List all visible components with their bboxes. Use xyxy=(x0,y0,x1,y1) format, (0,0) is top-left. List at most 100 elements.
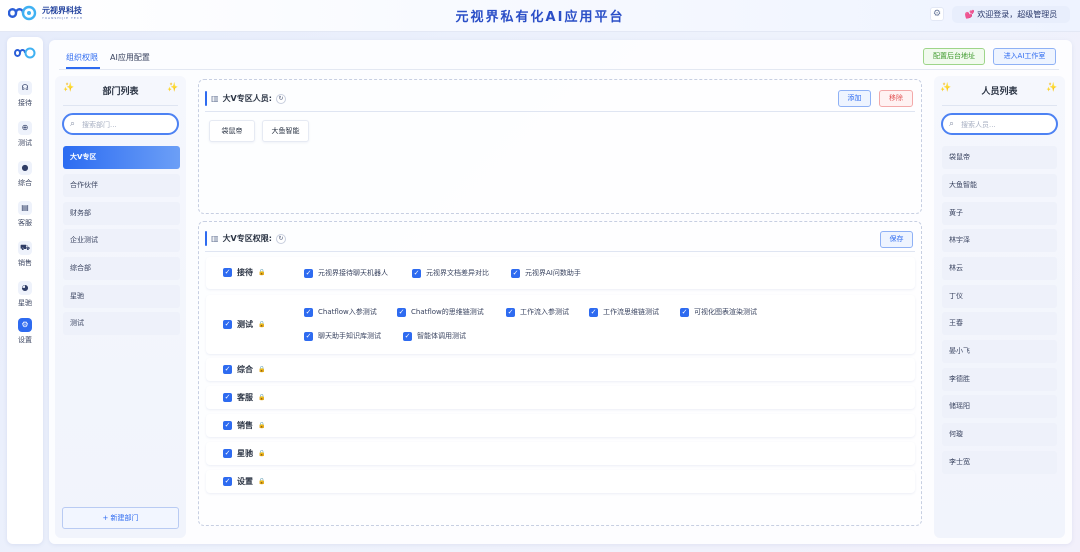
nav-item-test[interactable]: ⊕ 测试 xyxy=(7,121,43,148)
people-search-input[interactable]: ⌕ 搜索人员... xyxy=(941,113,1058,135)
option-label: 元视界接待聊天机器人 xyxy=(318,269,388,277)
permission-row-test: ✓ 测试 🔒 ✓ Chatflow入参测试 ✓ Chatflow的思维链测试 ✓ 工作… xyxy=(206,295,915,354)
sparkle-icon: ✨ xyxy=(167,83,179,93)
heart-icon: 💕 xyxy=(964,10,975,19)
option-checkbox[interactable]: ✓ 元视界接待聊天机器人 xyxy=(304,268,388,278)
person-item[interactable]: 大鱼智能 xyxy=(942,174,1057,197)
search-icon: ⌕ xyxy=(70,119,76,129)
department-item[interactable]: 星驰 xyxy=(63,285,180,308)
lock-icon: 🔒 xyxy=(258,450,266,457)
checkbox-checked-icon: ✓ xyxy=(223,320,232,329)
module-name: 星驰 xyxy=(237,449,253,458)
checkbox-checked-icon: ✓ xyxy=(403,331,412,341)
department-search-input[interactable]: ⌕ 搜索部门... xyxy=(62,113,179,135)
refresh-icon[interactable]: ↻ xyxy=(275,233,286,244)
bell-icon: ● xyxy=(18,161,32,175)
person-item[interactable]: 李德胜 xyxy=(942,368,1057,391)
department-item[interactable]: 测试 xyxy=(63,312,180,335)
module-checkbox[interactable]: ✓ 销售 🔒 xyxy=(223,420,265,431)
member-tag[interactable]: 袋鼠帝 xyxy=(209,120,255,142)
top-bar: 元视界科技 YUANSHIJIE TECH 元视界私有化AI应用平台 ⚙ 💕 欢… xyxy=(0,0,1080,32)
module-checkbox[interactable]: ✓ 星驰 🔒 xyxy=(223,448,265,459)
option-label: 智能体调用测试 xyxy=(417,332,466,340)
permission-row-xingchi: ✓ 星驰 🔒 xyxy=(206,442,915,465)
department-item[interactable]: 综合部 xyxy=(63,257,180,280)
option-checkbox[interactable]: ✓ 智能体调用测试 xyxy=(403,331,466,341)
search-placeholder: 搜索人员... xyxy=(961,121,996,129)
refresh-icon[interactable]: ↻ xyxy=(275,93,286,104)
person-item[interactable]: 林宇泽 xyxy=(942,229,1057,252)
tab-ai-app-config[interactable]: AI应用配置 xyxy=(110,52,150,63)
person-item[interactable]: 何璇 xyxy=(942,423,1057,446)
remove-member-button[interactable]: 移除 xyxy=(879,90,913,107)
tab-org-permissions[interactable]: 组织权限 xyxy=(66,52,98,63)
option-checkbox[interactable]: ✓ 聊天助手知识库测试 xyxy=(304,331,381,341)
checkbox-checked-icon: ✓ xyxy=(680,307,689,317)
department-item[interactable]: 财务部 xyxy=(63,202,180,225)
person-item[interactable]: 李士宽 xyxy=(942,451,1057,474)
option-label: 元视界AI问数助手 xyxy=(525,269,581,277)
enter-ai-studio-button[interactable]: 进入AI工作室 xyxy=(993,48,1056,65)
nav-item-xingchi[interactable]: ◕ 星驰 xyxy=(7,281,43,308)
lock-icon: 🔒 xyxy=(258,422,266,429)
option-checkbox[interactable]: ✓ Chatflow入参测试 xyxy=(304,307,377,317)
save-permissions-button[interactable]: 保存 xyxy=(880,231,913,248)
checkbox-checked-icon: ✓ xyxy=(223,421,232,430)
settings-gear-icon[interactable]: ⚙ xyxy=(930,7,944,21)
module-checkbox[interactable]: ✓ 综合 🔒 xyxy=(223,364,265,375)
nav-item-settings[interactable]: ⚙ 设置 xyxy=(7,318,43,345)
module-checkbox[interactable]: ✓ 接待 🔒 xyxy=(223,267,265,278)
welcome-badge[interactable]: 💕 欢迎登录，超级管理员 xyxy=(952,6,1070,23)
building-icon: ▥ xyxy=(211,234,219,243)
nav-item-reception[interactable]: ☊ 接待 xyxy=(7,81,43,108)
person-item[interactable]: 晏小飞 xyxy=(942,340,1057,363)
permission-row-general: ✓ 综合 🔒 xyxy=(206,358,915,381)
checkbox-checked-icon: ✓ xyxy=(223,365,232,374)
tab-divider xyxy=(59,69,1059,70)
module-name: 综合 xyxy=(237,365,253,374)
option-label: Chatflow入参测试 xyxy=(318,308,377,316)
member-tag[interactable]: 大鱼智能 xyxy=(262,120,309,142)
person-item[interactable]: 储瑶阳 xyxy=(942,395,1057,418)
person-item[interactable]: 王春 xyxy=(942,312,1057,335)
infinity-logo-icon xyxy=(14,47,36,59)
checkbox-checked-icon: ✓ xyxy=(506,307,515,317)
nav-label: 客服 xyxy=(18,219,32,227)
nav-item-service[interactable]: ▤ 客服 xyxy=(7,201,43,228)
option-checkbox[interactable]: ✓ 元视界文档差异对比 xyxy=(412,268,489,278)
add-member-button[interactable]: 添加 xyxy=(838,90,871,107)
checkbox-checked-icon: ✓ xyxy=(223,393,232,402)
search-placeholder: 搜索部门... xyxy=(82,121,117,129)
module-name: 客服 xyxy=(237,393,253,402)
layers-icon: ▤ xyxy=(18,201,32,215)
checkbox-checked-icon: ✓ xyxy=(511,268,520,278)
module-name: 设置 xyxy=(237,477,253,486)
person-item[interactable]: 袋鼠帝 xyxy=(942,146,1057,169)
config-backend-button[interactable]: 配置后台地址 xyxy=(923,48,985,65)
nav-item-general[interactable]: ● 综合 xyxy=(7,161,43,188)
new-department-button[interactable]: + 新建部门 xyxy=(62,507,179,529)
option-checkbox[interactable]: ✓ 元视界AI问数助手 xyxy=(511,268,581,278)
option-checkbox[interactable]: ✓ 工作流思维链测试 xyxy=(589,307,659,317)
divider xyxy=(63,105,178,106)
checkbox-checked-icon: ✓ xyxy=(223,268,232,277)
nav-item-sales[interactable]: ⛟ 销售 xyxy=(7,241,43,268)
option-checkbox[interactable]: ✓ 工作流入参测试 xyxy=(506,307,569,317)
module-checkbox[interactable]: ✓ 测试 🔒 xyxy=(223,319,265,330)
module-checkbox[interactable]: ✓ 设置 🔒 xyxy=(223,476,265,487)
person-item[interactable]: 林云 xyxy=(942,257,1057,280)
option-checkbox[interactable]: ✓ 可视化图表渲染测试 xyxy=(680,307,757,317)
module-checkbox[interactable]: ✓ 客服 🔒 xyxy=(223,392,265,403)
person-item[interactable]: 丁仪 xyxy=(942,285,1057,308)
divider xyxy=(205,111,915,112)
person-item[interactable]: 黄子 xyxy=(942,202,1057,225)
department-item[interactable]: 合作伙伴 xyxy=(63,174,180,197)
option-checkbox[interactable]: ✓ Chatflow的思维链测试 xyxy=(397,307,484,317)
globe-icon: ⊕ xyxy=(18,121,32,135)
department-item[interactable]: 大V专区 xyxy=(63,146,180,169)
department-item[interactable]: 企业测试 xyxy=(63,229,180,252)
checkbox-checked-icon: ✓ xyxy=(412,268,421,278)
building-icon: ▥ xyxy=(211,94,219,103)
checkbox-checked-icon: ✓ xyxy=(223,477,232,486)
permission-row-service: ✓ 客服 🔒 xyxy=(206,386,915,409)
